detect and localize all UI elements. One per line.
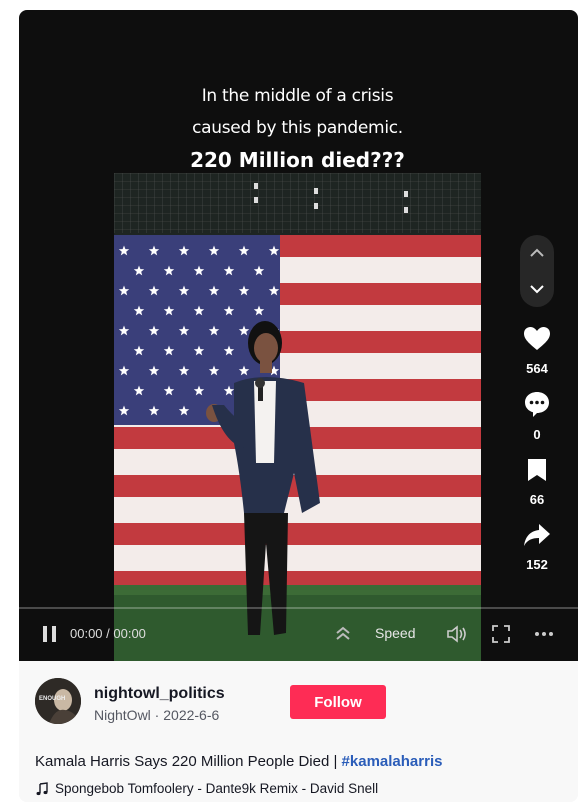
speed-button[interactable]: Speed: [375, 625, 415, 641]
video-nav-pill: [520, 235, 554, 307]
username-link[interactable]: nightowl_politics: [94, 685, 225, 703]
avatar-text: ENOUGH: [39, 696, 65, 702]
bookmark-icon: [528, 459, 546, 481]
comment-button[interactable]: 0: [515, 390, 559, 442]
next-video-button[interactable]: [520, 271, 554, 307]
comment-count: 0: [533, 427, 541, 442]
previous-video-button[interactable]: [520, 235, 554, 271]
post-description: Kamala Harris Says 220 Million People Di…: [35, 753, 442, 770]
music-title: Spongebob Tomfoolery - Dante9k Remix - D…: [55, 781, 379, 796]
save-button[interactable]: 66: [515, 457, 559, 507]
pause-button[interactable]: [41, 624, 59, 644]
heart-icon: [524, 327, 550, 350]
post-date: 2022-6-6: [163, 707, 220, 723]
chevron-down-icon: [530, 285, 544, 294]
volume-button[interactable]: [445, 624, 469, 644]
pause-icon: [43, 626, 56, 642]
video-player[interactable]: In the middle of a crisis caused by this…: [19, 10, 578, 661]
more-dots-icon: [535, 632, 553, 636]
music-note-icon: [36, 781, 48, 795]
hashtag-link[interactable]: #kamalaharris: [342, 753, 443, 770]
autoscroll-icon: [336, 626, 350, 640]
time-display: 00:00 / 00:00: [70, 626, 146, 641]
share-button[interactable]: 152: [515, 522, 559, 572]
share-count: 152: [526, 557, 548, 572]
volume-icon: [447, 625, 466, 643]
video-frame-image: [114, 173, 481, 661]
autoscroll-button[interactable]: [333, 624, 353, 644]
caption-line-1: In the middle of a crisis: [201, 86, 394, 106]
fullscreen-button[interactable]: [491, 624, 511, 644]
caption-line-2: caused by this pandemic.: [192, 118, 403, 138]
music-link[interactable]: Spongebob Tomfoolery - Dante9k Remix - D…: [35, 781, 378, 796]
more-options-button[interactable]: [533, 624, 555, 644]
fullscreen-icon: [492, 625, 510, 643]
follow-button[interactable]: Follow: [290, 685, 386, 719]
share-icon: [524, 524, 550, 546]
video-card: In the middle of a crisis caused by this…: [19, 10, 578, 802]
save-count: 66: [529, 492, 545, 507]
author-subline: NightOwl · 2022-6-6: [94, 707, 219, 723]
avatar-image: ENOUGH: [35, 678, 81, 724]
caption-line-3: 220 Million died???: [190, 148, 405, 172]
comment-icon: [525, 392, 549, 417]
like-count: 564: [526, 361, 548, 376]
player-controls: 00:00 / 00:00 Speed: [19, 622, 578, 646]
like-button[interactable]: 564: [515, 326, 559, 376]
video-info: ENOUGH nightowl_politics NightOwl · 2022…: [19, 661, 578, 802]
chevron-up-icon: [530, 248, 544, 257]
video-frame[interactable]: [114, 173, 481, 661]
subline-separator: ·: [150, 707, 164, 723]
display-name: NightOwl: [94, 707, 151, 723]
description-text: Kamala Harris Says 220 Million People Di…: [35, 753, 342, 770]
avatar[interactable]: ENOUGH: [35, 678, 81, 724]
progress-bar[interactable]: [19, 607, 578, 609]
